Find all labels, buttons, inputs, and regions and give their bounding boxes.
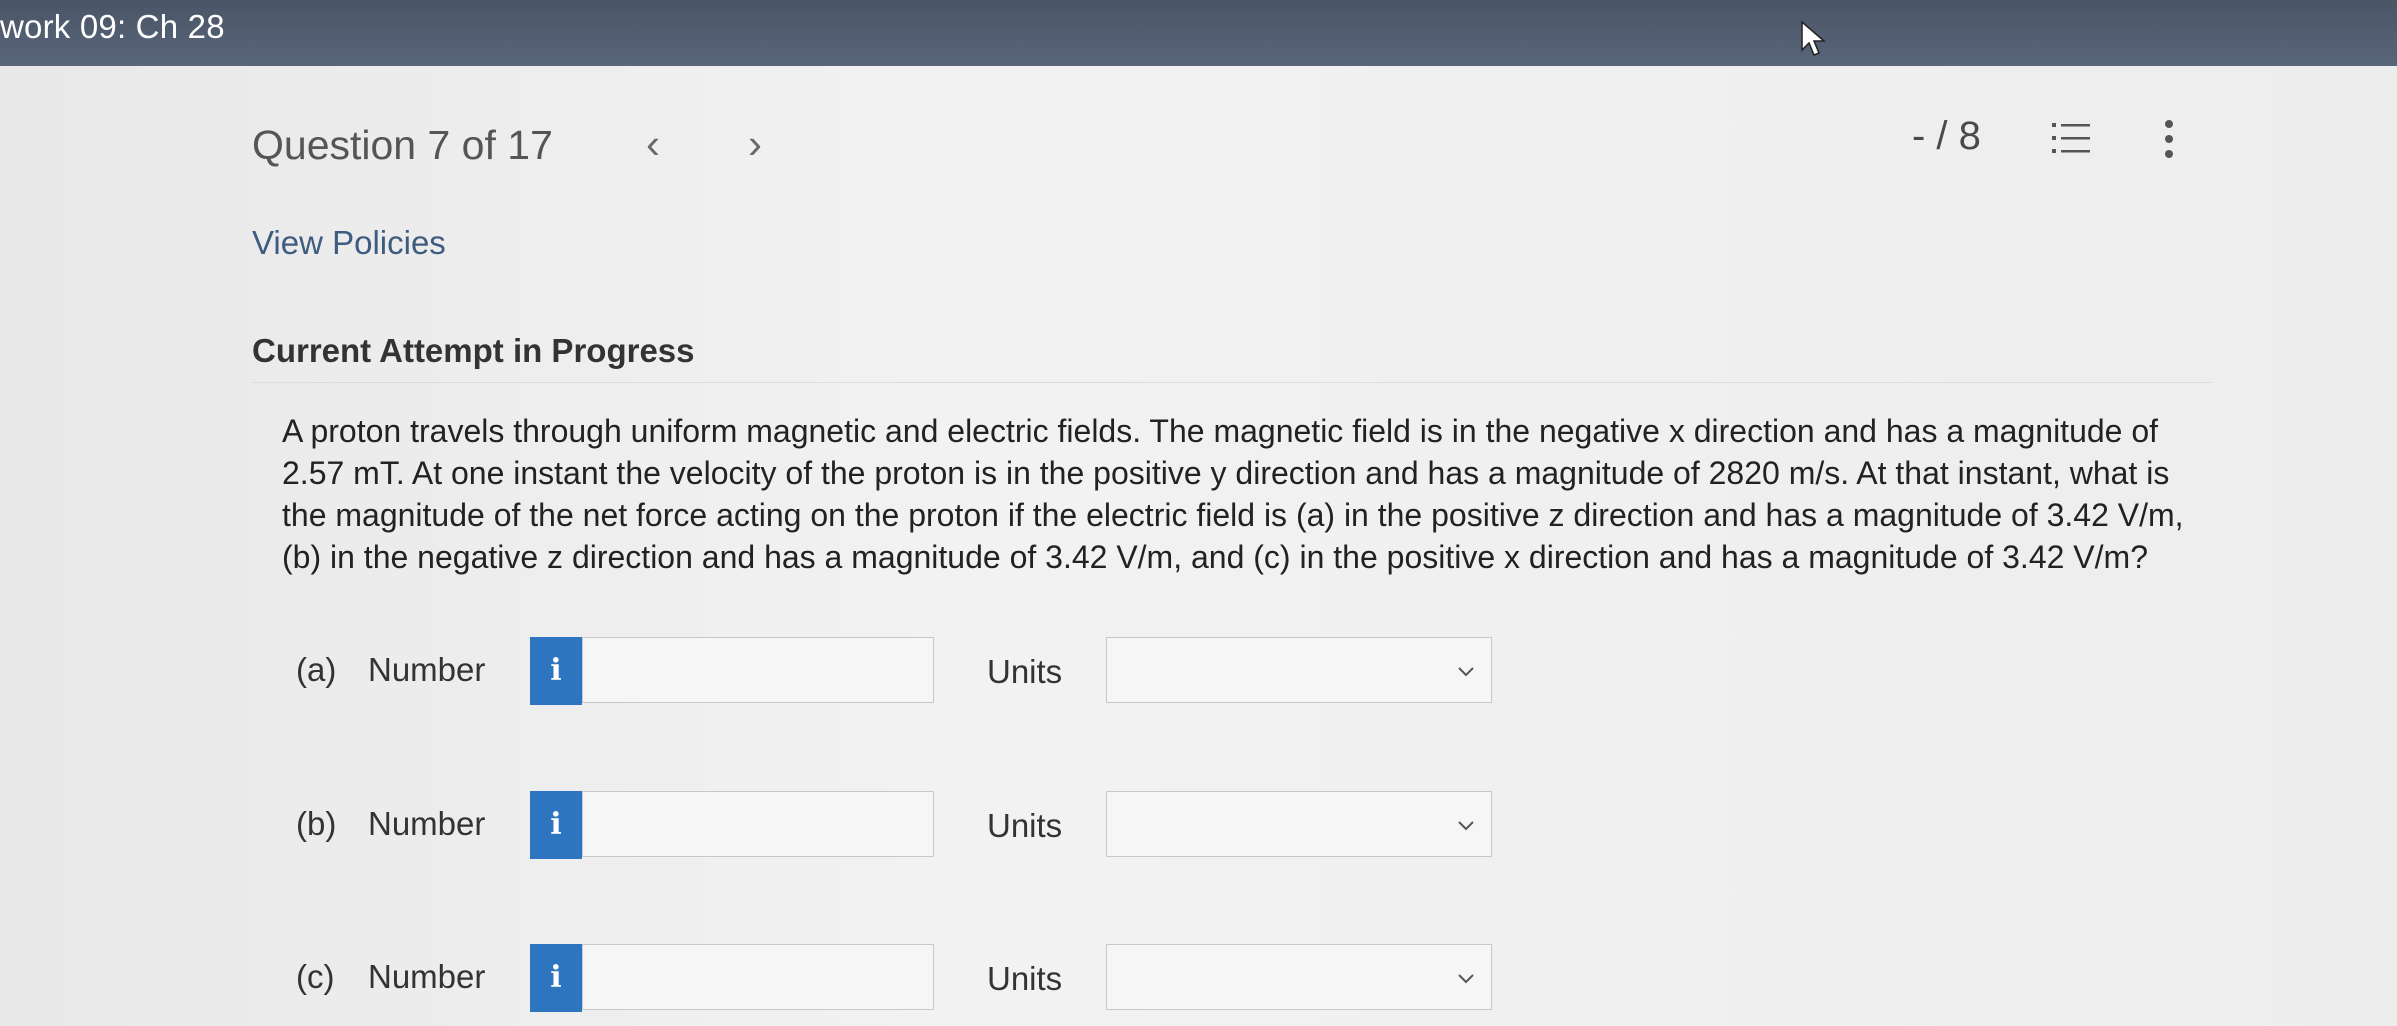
answer-row-c: (c) Number i Units [296, 944, 1496, 1014]
number-input-b[interactable] [582, 791, 934, 857]
chevron-down-icon [1458, 667, 1474, 677]
number-label: Number [368, 805, 486, 842]
number-label: Number [368, 958, 486, 995]
chevron-down-icon [1458, 821, 1474, 831]
part-label: (c) [296, 958, 335, 995]
attempt-heading: Current Attempt in Progress [252, 332, 695, 369]
more-vertical-icon[interactable] [2163, 118, 2175, 160]
number-label: Number [368, 651, 486, 688]
units-label: Units [987, 807, 1063, 844]
number-input-a[interactable] [582, 637, 934, 703]
answer-row-a: (a) Number i Units [296, 637, 1496, 707]
units-select-a[interactable] [1106, 637, 1492, 703]
divider [252, 382, 2212, 383]
answer-row-b: (b) Number i Units [296, 791, 1496, 861]
chevron-right-icon[interactable]: › [748, 120, 762, 168]
question-line: the magnitude of the net force acting on… [282, 497, 2184, 533]
info-button[interactable]: i [530, 944, 582, 1012]
question-counter: Question 7 of 17 [252, 122, 553, 168]
chevron-down-icon [1458, 974, 1474, 984]
assignment-title: work 09: Ch 28 [0, 8, 225, 45]
question-line: (b) in the negative z direction and has … [282, 539, 2148, 575]
part-label: (a) [296, 651, 337, 688]
part-label: (b) [296, 805, 337, 842]
units-select-b[interactable] [1106, 791, 1492, 857]
chevron-left-icon[interactable]: ‹ [646, 120, 660, 168]
mouse-cursor-icon [1801, 20, 1826, 56]
question-line: A proton travels through uniform magneti… [282, 413, 2159, 449]
number-input-c[interactable] [582, 944, 934, 1010]
top-bar: work 09: Ch 28 [0, 0, 2397, 66]
units-select-c[interactable] [1106, 944, 1492, 1010]
question-text: A proton travels through uniform magneti… [282, 410, 2222, 578]
score: - / 8 [1912, 114, 1981, 158]
units-label: Units [987, 960, 1063, 997]
info-button[interactable]: i [530, 637, 582, 705]
units-label: Units [987, 653, 1063, 690]
list-icon[interactable] [2052, 120, 2090, 156]
view-policies-link[interactable]: View Policies [252, 224, 446, 262]
question-line: 2.57 mT. At one instant the velocity of … [282, 455, 2170, 491]
info-button[interactable]: i [530, 791, 582, 859]
